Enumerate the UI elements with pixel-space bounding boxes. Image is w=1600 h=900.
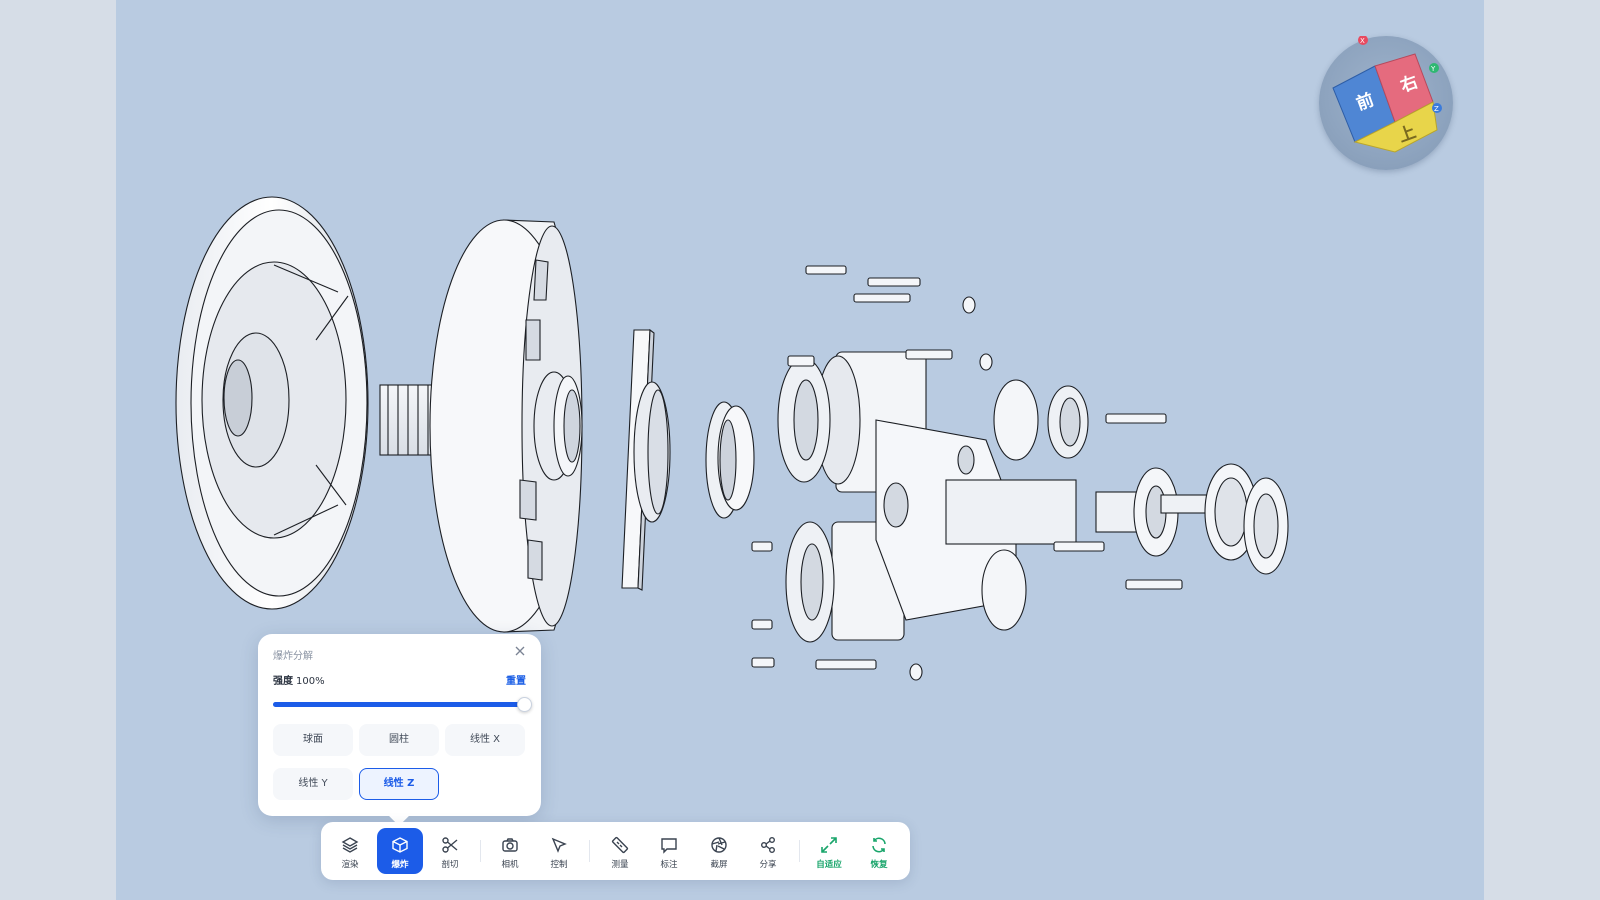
scissors-icon (442, 837, 458, 853)
tool-label: 渲染 (341, 860, 359, 870)
strength-row: 强度 100% (273, 672, 325, 687)
panel-title: 爆炸分解 (273, 651, 313, 662)
slider-fill (273, 702, 525, 707)
housing-part (175, 196, 369, 610)
tool-label: 标注 (660, 860, 678, 870)
tool-restore[interactable]: 恢复 (856, 828, 902, 874)
seal-part (705, 401, 755, 519)
toolbar-divider (480, 840, 481, 862)
tool-label: 自适应 (816, 860, 842, 870)
comment-icon (661, 838, 677, 854)
tool-label: 恢复 (870, 860, 888, 870)
strength-label: 强度 (273, 676, 293, 687)
tool-share[interactable]: 分享 (745, 828, 791, 874)
tool-label: 分享 (759, 860, 777, 870)
axis-y-label: Y (1430, 65, 1436, 73)
strength-slider[interactable] (273, 697, 532, 712)
layers-icon (341, 837, 359, 853)
mode-button-linear-y[interactable]: 线性 Y (273, 768, 353, 800)
planet-gear-cluster (777, 351, 1289, 643)
mode-button-linear-z[interactable]: 线性 Z (359, 768, 439, 800)
cube-icon (392, 837, 408, 853)
axis-z-label: Z (1434, 105, 1439, 113)
tool-label: 测量 (611, 860, 629, 870)
mode-button-linear-x[interactable]: 线性 X (445, 724, 525, 756)
axis-x-label: X (1360, 37, 1365, 45)
slider-thumb[interactable] (517, 697, 532, 712)
strength-value: 100% (296, 676, 325, 687)
tool-label: 相机 (501, 860, 519, 870)
tool-label: 截屏 (710, 860, 728, 870)
refresh-icon (872, 837, 886, 853)
toolbar-divider (799, 840, 800, 862)
tool-label: 爆炸 (391, 860, 409, 870)
view-cube[interactable]: 前 右 上 X Y Z (1319, 36, 1453, 170)
tool-label: 剖切 (441, 860, 459, 870)
tool-camera[interactable]: 相机 (487, 828, 533, 874)
tool-annotate[interactable]: 标注 (646, 828, 692, 874)
tool-section[interactable]: 剖切 (427, 828, 473, 874)
explode-panel: 爆炸分解 强度 100% 重置 球面 圆柱 线性 X 线性 Y 线性 Z (258, 634, 541, 816)
bearing-part (533, 371, 583, 481)
mode-button-cylinder[interactable]: 圆柱 (359, 724, 439, 756)
aperture-icon (711, 837, 727, 853)
plate-part (621, 328, 671, 591)
tool-render[interactable]: 渲染 (327, 828, 373, 874)
share-icon (761, 837, 775, 853)
reset-button[interactable]: 重置 (506, 672, 526, 687)
tool-control[interactable]: 控制 (536, 828, 582, 874)
tool-screenshot[interactable]: 截屏 (696, 828, 742, 874)
tool-measure[interactable]: 测量 (597, 828, 643, 874)
tool-fit[interactable]: 自适应 (806, 828, 852, 874)
close-icon[interactable] (513, 644, 527, 658)
pointer-icon (551, 837, 567, 853)
expand-icon (821, 837, 837, 853)
tool-label: 控制 (550, 860, 568, 870)
bottom-toolbar: 渲染 爆炸 剖切 相机 控制 测量 标注 截屏 分享 自适应 恢复 (321, 822, 910, 880)
camera-icon (502, 838, 518, 852)
ruler-icon (611, 836, 629, 854)
tool-explode[interactable]: 爆炸 (377, 828, 423, 874)
toolbar-divider (589, 840, 590, 862)
mode-button-sphere[interactable]: 球面 (273, 724, 353, 756)
